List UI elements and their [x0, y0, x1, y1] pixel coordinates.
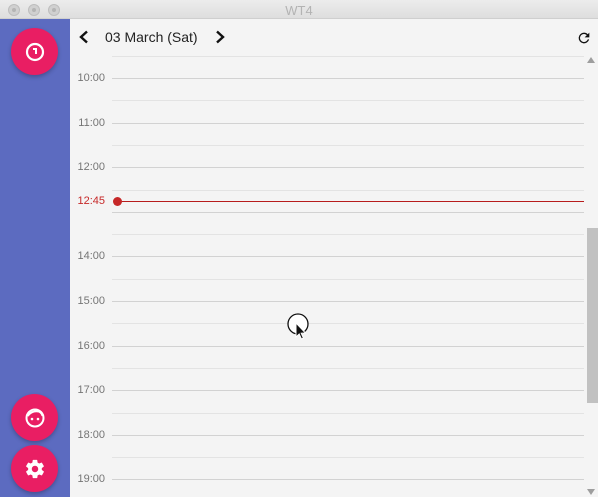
hour-label: 15:00 [77, 295, 105, 307]
chevron-left-icon [79, 30, 88, 44]
timer-button[interactable] [11, 28, 58, 75]
title-bar: WT4 [0, 0, 598, 19]
half-hour-line [112, 323, 584, 325]
half-hour-line [112, 234, 584, 236]
date-header: 03 March (Sat) [70, 19, 598, 55]
hour-label: 16:00 [77, 339, 105, 352]
timer-icon [25, 42, 44, 61]
half-hour-line [112, 55, 584, 57]
hour-line [112, 390, 584, 392]
hour-line [112, 345, 584, 347]
face-icon [25, 408, 44, 427]
hour-label: 17:00 [77, 384, 105, 397]
scrollbar-thumb[interactable] [587, 228, 598, 403]
vertical-scrollbar[interactable] [584, 55, 598, 497]
scroll-up-arrow[interactable] [587, 57, 595, 63]
scroll-down-arrow[interactable] [587, 489, 595, 495]
window-title: WT4 [285, 3, 313, 18]
half-hour-line [112, 367, 584, 369]
hour-line [112, 167, 584, 169]
settings-button[interactable] [11, 445, 58, 492]
day-timeline[interactable]: 10:00 11:00 12:00 14:00 15:00 16:00 17:00 18:00… [70, 55, 584, 497]
current-time-dot [113, 196, 122, 206]
half-hour-line [112, 189, 584, 191]
refresh-icon [578, 32, 590, 44]
hour-line [112, 122, 584, 124]
hour-line [112, 78, 584, 79]
mouse-cursor-icon [287, 313, 309, 340]
current-time-label: 12:45 [77, 194, 105, 207]
hour-label: 12:00 [77, 161, 105, 174]
sidebar [0, 19, 70, 497]
hour-label: 11:00 [78, 116, 105, 129]
hour-line [112, 211, 584, 213]
hour-line [112, 256, 584, 258]
half-hour-line [112, 278, 584, 280]
half-hour-line [112, 100, 584, 102]
hour-label: 14:00 [77, 250, 105, 263]
half-hour-line [112, 144, 584, 146]
hour-line [112, 434, 584, 436]
next-day-button[interactable] [210, 27, 230, 47]
half-hour-line [112, 412, 584, 414]
main-panel: 03 March (Sat) 10:00 11:00 12:00 14:00 15:00… [70, 19, 598, 497]
current-date: 03 March (Sat) [105, 29, 198, 45]
gear-icon [25, 459, 44, 478]
profile-button[interactable] [11, 394, 58, 441]
hour-line [112, 479, 584, 481]
half-hour-line [112, 457, 584, 459]
hour-label: 19:00 [77, 473, 105, 486]
previous-day-button[interactable] [74, 27, 94, 47]
current-time-line [114, 200, 584, 202]
refresh-button[interactable] [573, 27, 595, 49]
hour-label: 18:00 [77, 428, 105, 441]
hour-label: 10:00 [77, 72, 105, 84]
hour-line [112, 301, 584, 302]
chevron-right-icon [216, 30, 225, 44]
